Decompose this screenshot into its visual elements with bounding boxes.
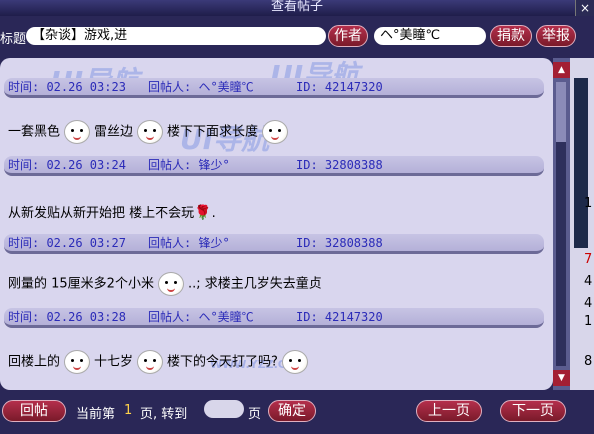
post-meta: 时间: 02.26 03:28 回帖人: ヘ°美瞳℃ ID: 42147320	[4, 308, 544, 328]
author-button[interactable]: 作者	[328, 25, 368, 47]
scroll-down-icon[interactable]: ▼	[553, 370, 570, 386]
vertical-scrollbar[interactable]: ▲ ▼	[553, 58, 570, 390]
post-time: 时间: 02.26 03:24	[8, 158, 126, 172]
post-text: 十七岁	[94, 354, 134, 370]
background-text: 8	[584, 354, 593, 369]
post-author: 回帖人: ヘ°美瞳℃	[148, 80, 254, 94]
post-text: .	[211, 206, 216, 221]
post-meta: 时间: 02.26 03:27 回帖人: 锋少° ID: 32808388	[4, 234, 544, 254]
post-time: 时间: 02.26 03:28	[8, 310, 126, 324]
post-text: 刚量的 15厘米多2个小米	[8, 276, 154, 292]
background-window	[570, 58, 594, 390]
report-button[interactable]: 举报	[536, 25, 576, 47]
post-time: 时间: 02.26 03:23	[8, 80, 126, 94]
post-text: 回楼上的	[8, 354, 61, 370]
post-meta: 时间: 02.26 03:23 回帖人: ヘ°美瞳℃ ID: 42147320	[4, 78, 544, 98]
emoticon-icon	[137, 120, 164, 144]
scroll-up-icon[interactable]: ▲	[553, 62, 570, 78]
confirm-button[interactable]: 确定	[268, 400, 316, 422]
post-id: ID: 42147320	[296, 310, 383, 324]
emoticon-icon	[157, 272, 184, 296]
post-id: ID: 42147320	[296, 80, 383, 94]
rose-icon: 🌹	[194, 205, 212, 221]
emoticon-icon	[262, 120, 289, 144]
background-text: 4	[584, 274, 593, 289]
title-label: 标题	[0, 32, 27, 47]
post-body: 刚量的 15厘米多2个小米 ..; 求楼主几岁失去童贞	[8, 272, 322, 296]
post-body: 从新发贴从新开始把 楼上不会玩🌹.	[8, 202, 216, 221]
emoticon-icon	[64, 120, 91, 144]
background-text: 1	[584, 196, 593, 211]
post-text: 楼下下面求长度	[167, 124, 259, 140]
window-titlebar: 查看帖子 ×	[0, 0, 594, 16]
emoticon-icon	[64, 350, 91, 374]
goto-page-input[interactable]	[204, 400, 244, 418]
background-text: 7	[584, 252, 593, 267]
window-title: 查看帖子	[270, 0, 323, 14]
background-scrollbar	[574, 78, 588, 248]
close-icon[interactable]: ×	[575, 0, 594, 16]
current-page-number: 1	[124, 403, 133, 418]
background-text: 1	[584, 314, 593, 329]
post-author: 回帖人: ヘ°美瞳℃	[148, 310, 254, 324]
post-text: ..; 求楼主几岁失去童贞	[187, 276, 322, 292]
emoticon-icon	[281, 350, 308, 374]
reply-button[interactable]: 回帖	[2, 400, 66, 422]
scroll-thumb[interactable]	[556, 82, 566, 142]
page-text: 页	[248, 407, 262, 422]
page-text: 页, 转到	[140, 407, 188, 422]
post-body: 一套黑色 雷丝边 楼下下面求长度	[8, 120, 292, 144]
post-meta: 时间: 02.26 03:24 回帖人: 锋少° ID: 32808388	[4, 156, 544, 176]
next-page-button[interactable]: 下一页	[500, 400, 566, 422]
donate-button[interactable]: 捐款	[490, 25, 532, 47]
post-content-panel[interactable]: UI导航 UI导航 UI导航 WWW.YZZ.CN 时间: 02.26 03:2…	[0, 58, 553, 390]
page-text: 当前第	[76, 407, 116, 422]
post-id: ID: 32808388	[296, 158, 383, 172]
background-text: 4	[584, 296, 593, 311]
footer-toolbar: 回帖 当前第 1 页, 转到 页 确定 上一页 下一页	[0, 398, 594, 426]
post-text: 雷丝边	[94, 124, 134, 140]
post-text: 从新发贴从新开始把 楼上不会玩	[8, 206, 195, 221]
post-author: 回帖人: 锋少°	[148, 236, 230, 250]
emoticon-icon	[137, 350, 164, 374]
post-time: 时间: 02.26 03:27	[8, 236, 126, 250]
post-author: 回帖人: 锋少°	[148, 158, 230, 172]
post-body: 回楼上的 十七岁 楼下的今天打了吗?	[8, 350, 312, 374]
author-field: ヘ°美瞳℃	[374, 27, 486, 45]
post-header: 标题 【杂谈】游戏,进 作者 ヘ°美瞳℃ 捐款 举报	[0, 20, 594, 52]
post-text: 一套黑色	[8, 124, 61, 140]
post-id: ID: 32808388	[296, 236, 383, 250]
post-text: 楼下的今天打了吗?	[167, 354, 278, 370]
title-field: 【杂谈】游戏,进	[26, 27, 326, 45]
prev-page-button[interactable]: 上一页	[416, 400, 482, 422]
